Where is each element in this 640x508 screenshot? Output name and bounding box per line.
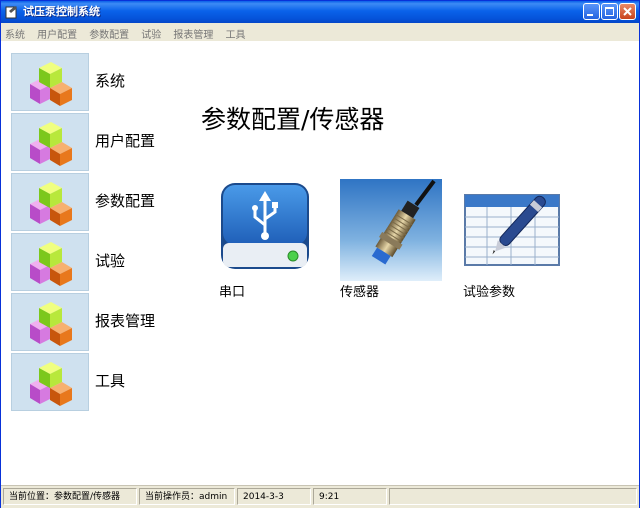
- nav-item-tools[interactable]: 工具: [11, 353, 161, 411]
- menu-bar: 系统 用户配置 参数配置 试验 报表管理 工具: [1, 23, 639, 41]
- nav-item-param-config[interactable]: 参数配置: [11, 173, 161, 231]
- maximize-icon: [605, 7, 614, 16]
- nav-item-system[interactable]: 系统: [11, 53, 161, 111]
- status-empty-panel: [389, 488, 637, 505]
- status-location: 当前位置：参数配置/传感器: [3, 488, 137, 505]
- title-bar[interactable]: 试压泵控制系统: [1, 1, 639, 23]
- cubes-icon: [30, 182, 72, 226]
- cubes-icon: [30, 122, 72, 166]
- spreadsheet-pen-icon: [464, 194, 560, 266]
- cubes-icon: [30, 302, 72, 346]
- status-location-label: 当前位置：: [9, 492, 55, 502]
- nav-icon-box: [11, 173, 89, 231]
- main-content: 系统 用户配置 参数配置 试验 报表管理 工具 参数配置/传感器 串口 传感器 …: [1, 41, 639, 484]
- nav-icon-box: [11, 113, 89, 171]
- app-icon: [5, 6, 17, 19]
- nav-label-user-config: 用户配置: [95, 132, 156, 150]
- app-window: 试压泵控制系统 系统 用户配置 参数配置 试验 报表管理 工具 系统 用户配置 …: [0, 0, 640, 508]
- status-operator-value: admin: [199, 492, 228, 502]
- nav-label-tools: 工具: [95, 372, 126, 390]
- maximize-button[interactable]: [601, 3, 618, 20]
- status-date: 2014-3-3: [237, 488, 311, 505]
- close-icon: [623, 7, 632, 16]
- tile-label-sensor: 传感器: [340, 285, 380, 300]
- nav-icon-box: [11, 233, 89, 291]
- nav-item-user-config[interactable]: 用户配置: [11, 113, 161, 171]
- usb-icon: [221, 183, 309, 269]
- nav-label-report: 报表管理: [95, 312, 156, 330]
- cubes-icon: [30, 62, 72, 106]
- nav-item-report[interactable]: 报表管理: [11, 293, 161, 351]
- tile-label-test-params: 试验参数: [463, 285, 516, 300]
- nav-item-test[interactable]: 试验: [11, 233, 161, 291]
- nav-label-system: 系统: [95, 72, 126, 90]
- nav-icon-box: [11, 353, 89, 411]
- cubes-icon: [30, 242, 72, 286]
- minimize-button[interactable]: [583, 3, 600, 20]
- nav-icon-box: [11, 293, 89, 351]
- status-bar: 当前位置：参数配置/传感器 当前操作员：admin 2014-3-3 9:21: [1, 485, 639, 508]
- status-operator: 当前操作员：admin: [139, 488, 235, 505]
- nav-label-test: 试验: [95, 252, 126, 270]
- minimize-icon: [587, 14, 593, 16]
- nav-icon-box: [11, 53, 89, 111]
- status-time: 9:21: [313, 488, 387, 505]
- status-operator-label: 当前操作员：: [145, 492, 200, 502]
- cubes-icon: [30, 362, 72, 406]
- sensor-icon: [340, 179, 442, 281]
- tile-test-params[interactable]: 试验参数: [463, 179, 565, 300]
- status-location-value: 参数配置/传感器: [54, 492, 121, 502]
- tile-serial-port[interactable]: 串口: [219, 179, 321, 300]
- tile-sensor[interactable]: 传感器: [340, 179, 442, 300]
- page-title: 参数配置/传感器: [201, 105, 385, 134]
- close-button[interactable]: [619, 3, 636, 20]
- tile-label-serial-port: 串口: [219, 285, 246, 300]
- nav-label-param-config: 参数配置: [95, 192, 156, 210]
- window-title: 试压泵控制系统: [23, 5, 100, 18]
